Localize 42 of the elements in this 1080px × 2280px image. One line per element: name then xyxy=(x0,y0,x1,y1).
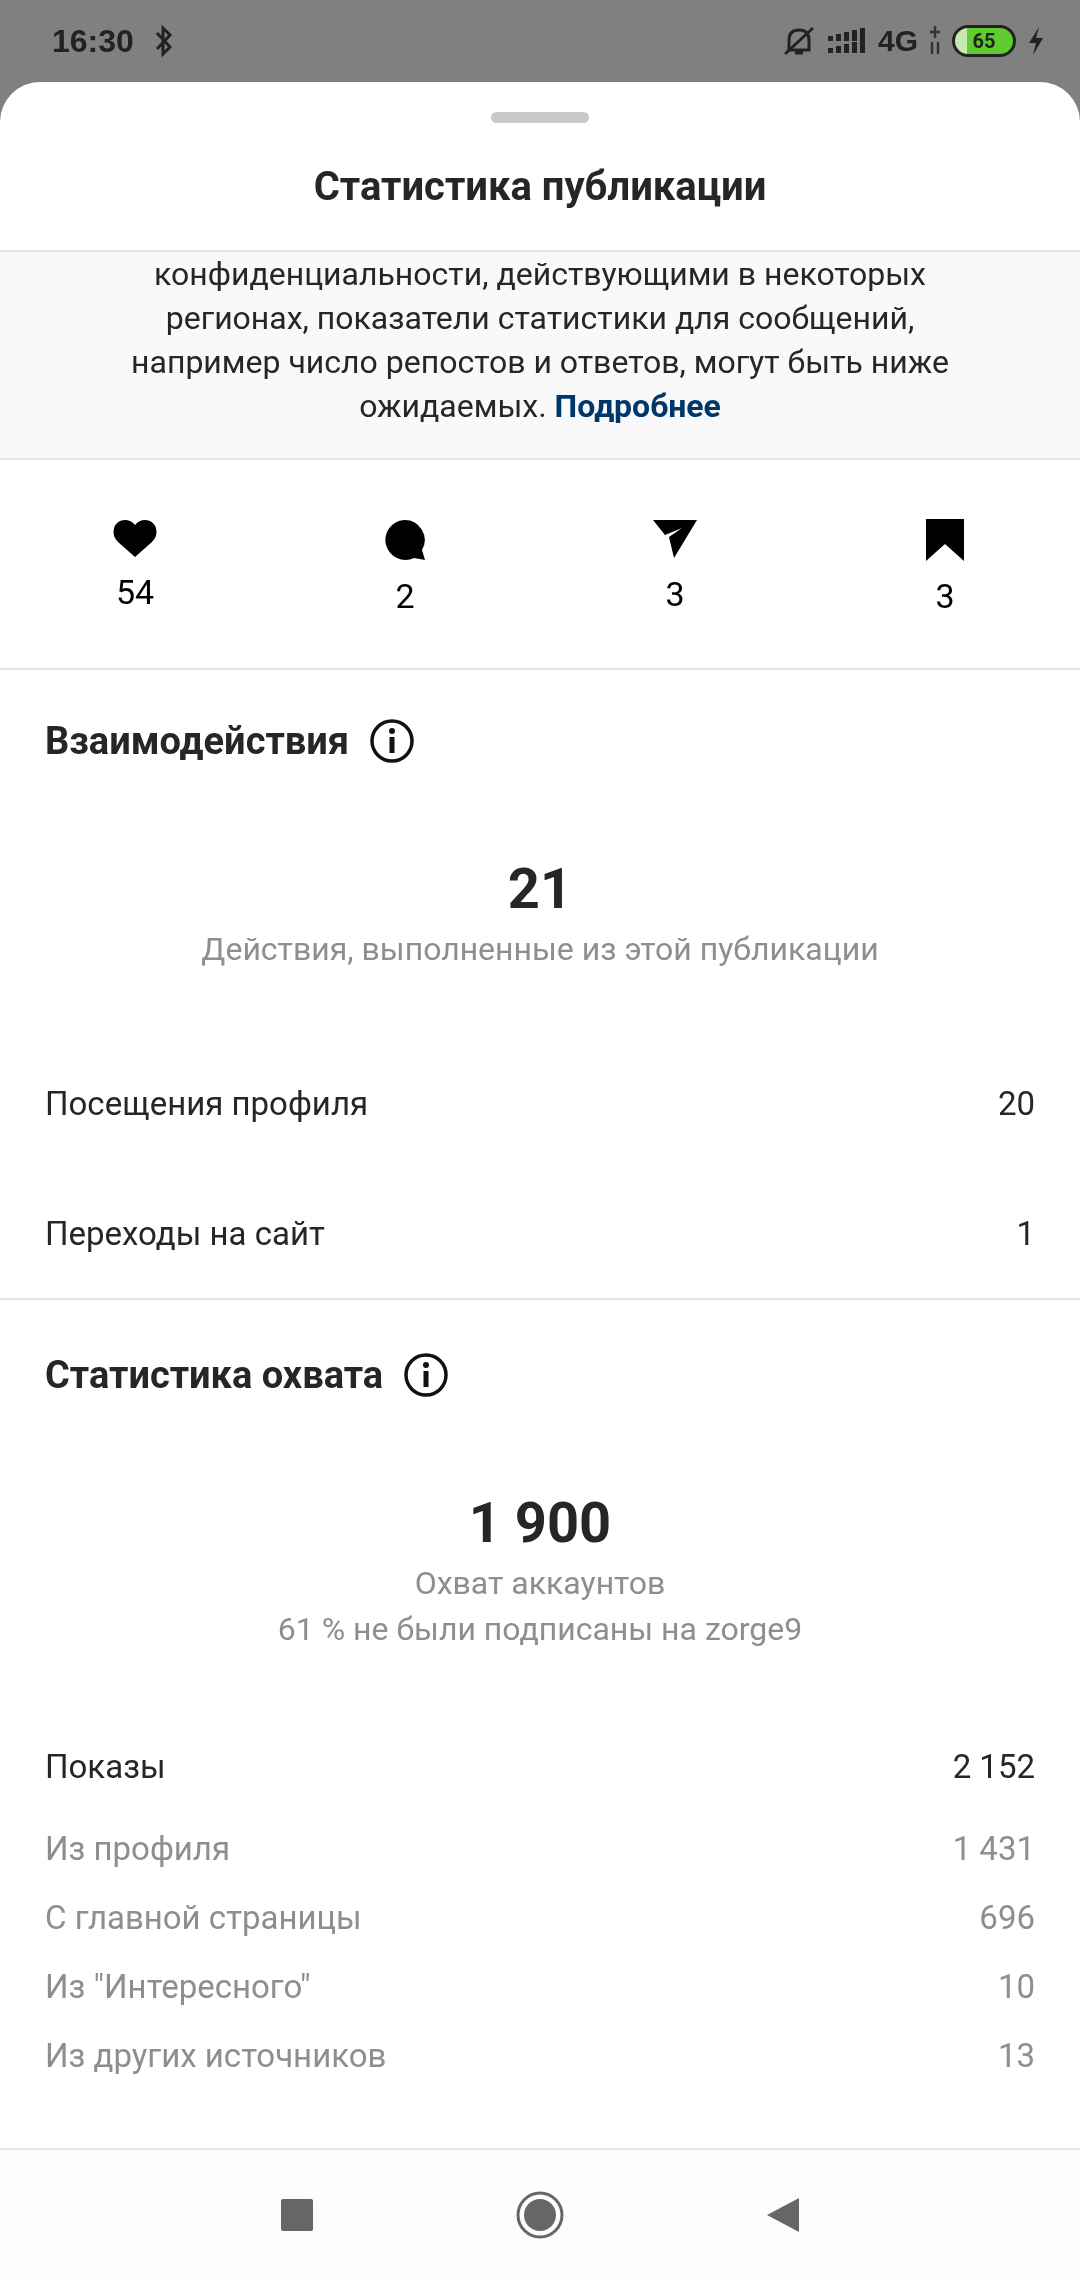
total-caption: Охват аккаунтов xyxy=(413,1564,667,1602)
info-icon[interactable] xyxy=(403,1352,450,1398)
metric-value: 13 xyxy=(997,2036,1035,2075)
counter-value: 3 xyxy=(935,576,955,616)
signal-icon xyxy=(827,26,868,56)
square-icon[interactable] xyxy=(279,2197,315,2233)
paper-plane-icon[interactable] xyxy=(652,518,698,560)
metric-label: С главной страницы xyxy=(45,1898,362,1937)
metric-label: Показы xyxy=(45,1746,166,1786)
bookmark-icon[interactable] xyxy=(925,518,965,562)
metric-value: 2 152 xyxy=(952,1746,1035,1786)
metric-label: Из профиля xyxy=(45,1829,231,1868)
metric-value: 1 431 xyxy=(952,1829,1035,1868)
metric-value: 1 xyxy=(1016,1213,1035,1253)
network-type: 4G xyxy=(877,24,918,58)
counter-value: 3 xyxy=(665,574,685,614)
total-value: 1 900 xyxy=(467,1490,613,1556)
metric-label: Посещения профиля xyxy=(45,1083,369,1123)
learn-more-link[interactable]: Подробнее xyxy=(554,387,721,425)
counter-value: 2 xyxy=(395,576,415,616)
bluetooth-icon xyxy=(153,24,174,58)
metric-value: 20 xyxy=(997,1083,1035,1123)
heart-icon[interactable] xyxy=(112,518,158,558)
metric-label: Из "Интересного" xyxy=(45,1967,311,2006)
metric-label: Переходы на сайт xyxy=(45,1213,325,1253)
home-circle-icon[interactable] xyxy=(515,2190,565,2240)
metric-label: Из других источников xyxy=(45,2036,387,2075)
battery-indicator: 65 xyxy=(952,25,1016,57)
info-icon[interactable] xyxy=(369,718,416,764)
clock: 16:30 xyxy=(52,22,134,60)
total-caption: 61 % не были подписаны на zorge9 xyxy=(276,1610,804,1648)
total-caption: Действия, выполненные из этой публикации xyxy=(200,930,880,968)
section-title: Взаимодействия xyxy=(45,719,350,763)
back-triangle-icon[interactable] xyxy=(765,2196,801,2234)
drag-handle[interactable] xyxy=(491,112,589,123)
comment-icon[interactable] xyxy=(382,518,428,562)
total-value: 21 xyxy=(506,856,574,922)
section-title: Статистика охвата xyxy=(45,1353,384,1397)
privacy-notice: конфиденциальности, действующими в некоторых регионах, показатели статистики для сообщений, например число репостов и ответов, могут быть ниже ожидаемых. Подробнее xyxy=(130,254,950,427)
counter-value: 54 xyxy=(115,572,155,612)
metric-value: 696 xyxy=(979,1898,1035,1937)
metric-value: 10 xyxy=(997,1967,1035,2006)
